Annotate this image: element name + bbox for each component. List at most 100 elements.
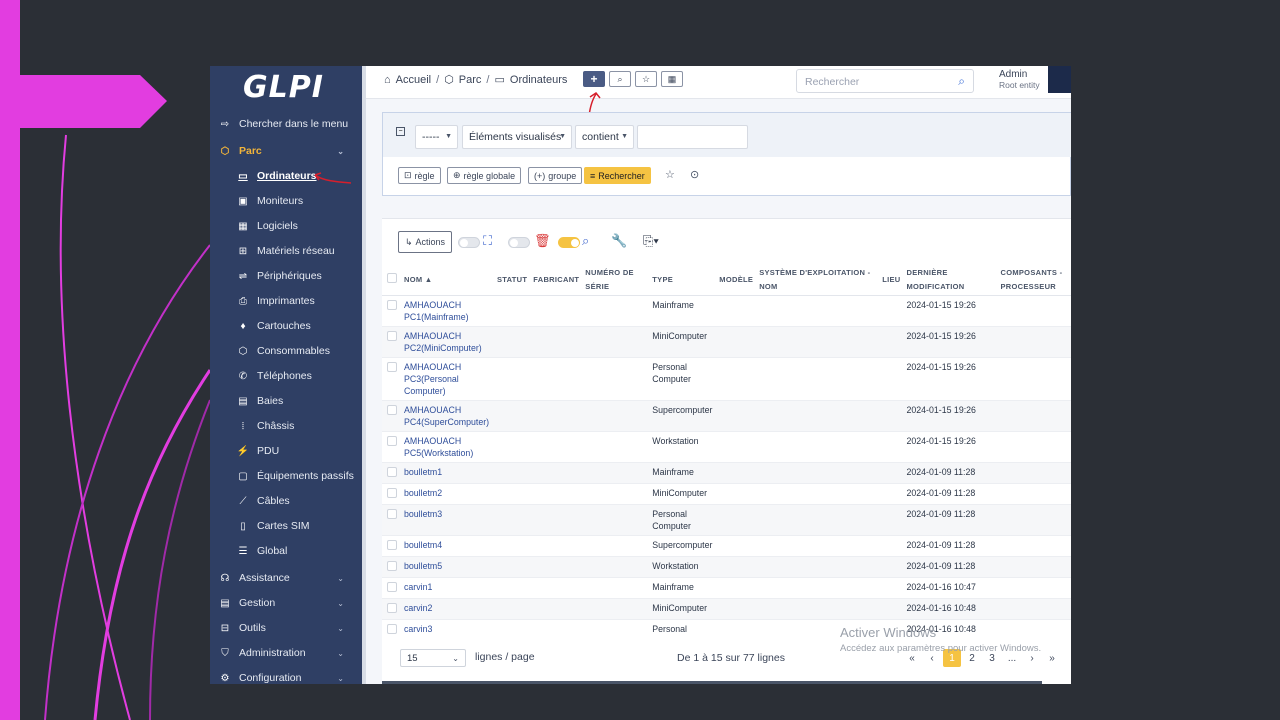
table-row[interactable]: boulletm3 Personal Computer 2024-01-09 11:… <box>382 504 1071 536</box>
row-checkbox[interactable] <box>387 435 397 446</box>
sidebar-cat-parc[interactable]: ⬡ Parc ⌄ <box>210 140 362 162</box>
cell-nom[interactable]: carvin2 <box>401 598 494 620</box>
row-checkbox[interactable] <box>387 623 397 634</box>
sidebar-item-consommables[interactable]: ⬡ Consommables <box>210 340 362 362</box>
row-checkbox[interactable] <box>387 560 397 571</box>
menu-search[interactable]: ⇨ Chercher dans le menu <box>210 113 362 135</box>
glpi-logo[interactable]: GLPI <box>243 70 324 105</box>
cell-nom[interactable]: boulletm3 <box>401 504 494 536</box>
search-toggle-button[interactable]: ⌕ <box>609 71 631 87</box>
sidebar-item-chassis[interactable]: ⦙ Châssis <box>210 415 362 437</box>
cell-nom[interactable]: boulletm1 <box>401 462 494 484</box>
col-type[interactable]: TYPE <box>649 265 717 296</box>
col-os-nom[interactable]: SYSTÈME D'EXPLOITATION - NOM <box>756 265 880 296</box>
row-checkbox[interactable] <box>387 508 397 519</box>
table-row[interactable]: boulletm4 Supercomputer 2024-01-09 11:28 <box>382 535 1071 557</box>
add-rule-button[interactable]: ⊡ règle <box>398 167 441 184</box>
templates-button[interactable]: ▦ <box>661 71 683 87</box>
criteria-operator-select[interactable]: contient ▼ <box>575 125 634 149</box>
map-toggle[interactable] <box>458 237 480 248</box>
sidebar-item-moniteurs[interactable]: ▣ Moniteurs <box>210 190 362 212</box>
col-modele[interactable]: MODÈLE <box>716 265 757 296</box>
breadcrumb-item-parc[interactable]: Parc <box>459 74 482 86</box>
cell-nom[interactable]: boulletm2 <box>401 483 494 505</box>
sidebar-item-equipements-passifs[interactable]: ▢ Équipements passifs <box>210 465 362 487</box>
row-checkbox[interactable] <box>387 404 397 415</box>
table-row[interactable]: AMHAOUACH PC5(Workstation) Workstation 202… <box>382 431 1071 463</box>
table-row[interactable]: AMHAOUACH PC3(Personal Computer) Personal… <box>382 357 1071 401</box>
wrench-icon[interactable]: 🔧 <box>611 233 627 249</box>
row-checkbox[interactable] <box>387 361 397 372</box>
col-numero-serie[interactable]: NUMÉRO DE SÉRIE <box>582 265 650 296</box>
col-composants-processeur[interactable]: COMPOSANTS - PROCESSEUR <box>997 265 1071 296</box>
table-row[interactable]: boulletm2 MiniComputer 2024-01-09 11:28 <box>382 483 1071 505</box>
row-checkbox[interactable] <box>387 299 397 310</box>
table-row[interactable]: boulletm1 Mainframe 2024-01-09 11:28 <box>382 462 1071 484</box>
criteria-value-input[interactable] <box>637 125 748 149</box>
breadcrumb-item-home[interactable]: Accueil <box>396 74 431 86</box>
search-toggle[interactable] <box>558 237 580 248</box>
sidebar-cat-outils[interactable]: ⊟ Outils ⌄ <box>210 617 362 639</box>
row-checkbox[interactable] <box>387 602 397 613</box>
user-menu[interactable]: Admin Root entity <box>999 69 1040 91</box>
criteria-link-select[interactable]: ----- ▼ <box>415 125 458 149</box>
table-row[interactable]: carvin1 Mainframe 2024-01-16 10:47 <box>382 577 1071 599</box>
trash-toggle[interactable] <box>508 237 530 248</box>
sidebar-cat-assistance[interactable]: ☊ Assistance ⌄ <box>210 567 362 589</box>
table-row[interactable]: AMHAOUACH PC2(MiniComputer) MiniComputer 2… <box>382 326 1071 358</box>
cell-nom[interactable]: boulletm5 <box>401 556 494 578</box>
cell-nom[interactable]: carvin1 <box>401 577 494 599</box>
add-button[interactable]: + <box>583 71 605 87</box>
actions-button[interactable]: ↳ Actions <box>398 231 453 253</box>
cell-nom[interactable]: boulletm4 <box>401 535 494 557</box>
select-all-checkbox[interactable] <box>387 272 397 283</box>
trash-icon[interactable]: 🗑 <box>534 233 551 249</box>
sidebar-cat-gestion[interactable]: ▤ Gestion ⌄ <box>210 592 362 614</box>
breadcrumb-item-ordinateurs[interactable]: Ordinateurs <box>510 74 567 86</box>
sidebar-item-imprimantes[interactable]: ⎙ Imprimantes <box>210 290 362 312</box>
row-checkbox[interactable] <box>387 487 397 498</box>
scrollbar-track[interactable] <box>382 681 1042 684</box>
cell-nom[interactable]: AMHAOUACH PC5(Workstation) <box>401 431 494 463</box>
table-row[interactable]: AMHAOUACH PC4(SuperComputer) Supercompute… <box>382 400 1071 432</box>
sidebar-item-global[interactable]: ☰ Global <box>210 540 362 562</box>
cell-nom[interactable]: AMHAOUACH PC4(SuperComputer) <box>401 400 494 432</box>
col-statut[interactable]: STATUT <box>494 265 531 296</box>
sidebar-item-materiels-reseau[interactable]: ⊞ Matériels réseau <box>210 240 362 262</box>
row-checkbox[interactable] <box>387 466 397 477</box>
sidebar-item-cartes-sim[interactable]: ▯ Cartes SIM <box>210 515 362 537</box>
bookmark-button[interactable]: ☆ <box>635 71 657 87</box>
add-global-rule-button[interactable]: ⊕ règle globale <box>447 167 522 184</box>
search-submit-button[interactable]: ≡ Rechercher <box>584 167 651 184</box>
criteria-field-select[interactable]: Éléments visualisés ▼ <box>462 125 572 149</box>
sidebar-item-peripheriques[interactable]: ⇌ Périphériques <box>210 265 362 287</box>
sidebar-cat-administration[interactable]: ⛉ Administration ⌄ <box>210 642 362 664</box>
col-lieu[interactable]: LIEU <box>879 265 904 296</box>
row-checkbox[interactable] <box>387 581 397 592</box>
search-icon[interactable]: ⌕ <box>582 233 589 249</box>
per-page-select[interactable]: 15 ⌄ <box>400 649 466 667</box>
sidebar-item-pdu[interactable]: ⚡ PDU <box>210 440 362 462</box>
cell-nom[interactable]: AMHAOUACH PC1(Mainframe) <box>401 295 494 327</box>
global-search-input[interactable]: Rechercher ⌕ <box>796 69 974 93</box>
sidebar-item-logiciels[interactable]: ▦ Logiciels <box>210 215 362 237</box>
sidebar-item-baies[interactable]: ▤ Baies <box>210 390 362 412</box>
sidebar-item-telephones[interactable]: ✆ Téléphones <box>210 365 362 387</box>
sidebar-cat-configuration[interactable]: ⚙ Configuration ⌄ <box>210 667 362 684</box>
table-row[interactable]: AMHAOUACH PC1(Mainframe) Mainframe 2024-01… <box>382 295 1071 327</box>
export-icon[interactable]: ⎘▾ <box>643 233 659 249</box>
reset-icon[interactable]: ⊙ <box>690 168 699 181</box>
col-fabricant[interactable]: FABRICANT <box>530 265 583 296</box>
col-derniere-modification[interactable]: DERNIÈRE MODIFICATION <box>903 265 998 296</box>
table-row[interactable]: boulletm5 Workstation 2024-01-09 11:28 <box>382 556 1071 578</box>
last-page-icon[interactable]: » <box>1043 649 1061 667</box>
sidebar-item-cables[interactable]: ⟋ Câbles <box>210 490 362 512</box>
col-nom[interactable]: NOM ▲ <box>401 265 494 296</box>
cell-nom[interactable]: AMHAOUACH PC2(MiniComputer) <box>401 326 494 358</box>
sidebar-item-cartouches[interactable]: ♦ Cartouches <box>210 315 362 337</box>
map-icon[interactable]: ⛶ <box>483 233 492 249</box>
avatar[interactable] <box>1048 66 1071 93</box>
cell-nom[interactable]: AMHAOUACH PC3(Personal Computer) <box>401 357 494 401</box>
collapse-icon[interactable]: − <box>396 127 405 136</box>
add-group-button[interactable]: (+) groupe <box>528 167 583 184</box>
